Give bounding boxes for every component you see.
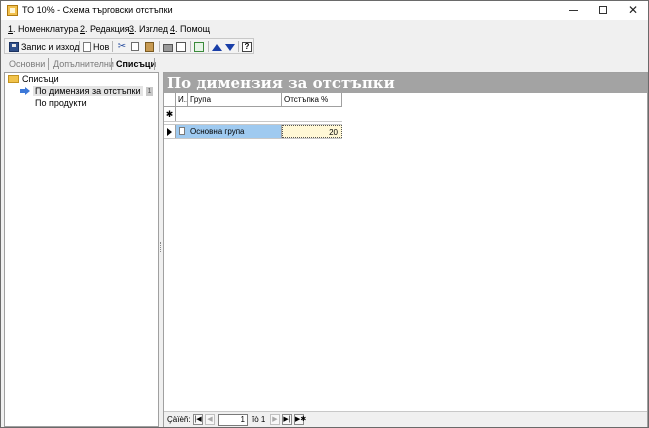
tab-separator bbox=[154, 58, 155, 70]
first-record-icon: |◀ bbox=[194, 416, 202, 423]
tab-additional[interactable]: Допълнителни bbox=[53, 59, 114, 69]
previous-record-icon: ◀ bbox=[207, 416, 213, 423]
record-count: îò 1 bbox=[252, 415, 266, 424]
next-record-button[interactable]: ▶ bbox=[270, 414, 280, 425]
grid-header-corner bbox=[164, 93, 176, 107]
new-record-icon: ▶✱ bbox=[295, 416, 307, 423]
menu-item-help[interactable]: 4. Помощ bbox=[170, 24, 210, 34]
save-icon bbox=[9, 41, 19, 52]
move-down-button[interactable] bbox=[225, 40, 237, 53]
toolbar-separator bbox=[190, 41, 191, 52]
menu-bar: 1. Номенклатура 2. Редакция 3. Изглед 4.… bbox=[1, 22, 648, 37]
close-icon: ✕ bbox=[627, 3, 639, 17]
column-header-group[interactable]: Група bbox=[188, 93, 282, 107]
menu-item-edit[interactable]: 2. Редакция bbox=[80, 24, 130, 34]
navigator-label: Çàïèñ: bbox=[167, 415, 191, 424]
column-header-icon[interactable]: И... bbox=[176, 93, 188, 107]
close-button[interactable]: ✕ bbox=[618, 1, 648, 20]
help-icon: ? bbox=[242, 41, 252, 52]
cut-button[interactable]: ✂ bbox=[117, 40, 129, 53]
copy-icon bbox=[131, 42, 139, 51]
details-panel: По димензия за отстъпки И... Група Отстъ… bbox=[163, 72, 648, 427]
app-icon bbox=[7, 5, 18, 16]
new-record-button[interactable]: ▶✱ bbox=[294, 414, 307, 425]
save-exit-label: Запис и изход bbox=[21, 41, 80, 52]
row-selector[interactable] bbox=[164, 125, 176, 138]
menu-item-nomenclature[interactable]: 1. Номенклатура bbox=[8, 24, 78, 34]
tree-item-by-discount-dimension[interactable]: По димензия за отстъпки 1 bbox=[20, 86, 154, 96]
application-window: ТО 10% - Схема търговски отстъпки ✕ 1. Н… bbox=[0, 0, 649, 428]
splitter-grip-icon bbox=[160, 242, 162, 252]
maximize-button[interactable] bbox=[588, 1, 618, 20]
grid-header: И... Група Отстъпка % bbox=[164, 93, 342, 107]
tab-separator bbox=[48, 58, 49, 70]
tree-root-lists[interactable]: Списъци bbox=[8, 74, 59, 84]
toolbar-separator bbox=[238, 41, 239, 52]
maximize-icon bbox=[599, 6, 607, 14]
minimize-icon bbox=[568, 10, 578, 11]
table-row[interactable]: Основна група 20 bbox=[164, 124, 342, 139]
menu-label: . Номенклатура bbox=[13, 24, 79, 34]
save-exit-button[interactable]: Запис и изход bbox=[9, 40, 79, 53]
tab-lists[interactable]: Списъци bbox=[116, 59, 156, 69]
menu-label: . Редакция bbox=[85, 24, 130, 34]
new-record-row[interactable]: ✱ bbox=[164, 107, 342, 122]
title-bar: ТО 10% - Схема търговски отстъпки ✕ bbox=[1, 1, 648, 20]
panel-title: По димензия за отстъпки bbox=[167, 74, 395, 92]
last-record-button[interactable]: ▶| bbox=[282, 414, 292, 425]
paste-button[interactable] bbox=[145, 40, 156, 53]
tree-item-by-products[interactable]: По продукти bbox=[35, 98, 87, 108]
scissors-icon: ✂ bbox=[117, 40, 127, 52]
next-record-icon: ▶ bbox=[272, 416, 278, 423]
minimize-button[interactable] bbox=[558, 1, 588, 20]
document-icon bbox=[179, 127, 185, 135]
refresh-button[interactable] bbox=[194, 40, 206, 53]
refresh-icon bbox=[194, 41, 204, 52]
arrow-down-icon bbox=[225, 44, 235, 51]
menu-item-view[interactable]: 3. Изглед bbox=[129, 24, 168, 34]
row-document-cell bbox=[176, 125, 188, 138]
arrow-up-icon bbox=[212, 43, 222, 51]
new-label: Нов bbox=[93, 41, 110, 52]
toolbar: Запис и изход Нов ✂ ? bbox=[4, 38, 254, 54]
new-button[interactable]: Нов bbox=[83, 40, 109, 53]
print-preview-icon bbox=[176, 41, 186, 52]
folder-icon bbox=[8, 75, 19, 83]
tree-item-label: По продукти bbox=[35, 98, 87, 108]
tree-item-label: По димензия за отстъпки bbox=[33, 86, 143, 96]
arrow-right-icon bbox=[20, 87, 30, 95]
printer-icon bbox=[163, 43, 173, 52]
toolbar-separator bbox=[208, 41, 209, 52]
count-badge: 1 bbox=[145, 86, 154, 96]
current-row-icon bbox=[167, 128, 172, 136]
group-cell[interactable]: Основна група bbox=[188, 125, 282, 138]
lists-tree: Списъци По димензия за отстъпки 1 По про… bbox=[4, 72, 159, 427]
last-record-icon: ▶| bbox=[283, 416, 291, 423]
toolbar-separator bbox=[159, 41, 160, 52]
help-button[interactable]: ? bbox=[242, 40, 254, 53]
first-record-button[interactable]: |◀ bbox=[193, 414, 203, 425]
tab-strip: Основни Допълнителни Списъци bbox=[4, 57, 158, 71]
panel-header: По димензия за отстъпки bbox=[164, 73, 647, 93]
toolbar-separator bbox=[112, 41, 113, 52]
new-document-icon bbox=[83, 41, 91, 52]
record-navigator: Çàïèñ: |◀ ◀ 1 îò 1 ▶ ▶| ▶✱ bbox=[164, 411, 647, 427]
current-record-input[interactable]: 1 bbox=[218, 414, 248, 426]
paste-icon bbox=[145, 41, 154, 52]
copy-button[interactable] bbox=[131, 40, 141, 53]
column-header-discount[interactable]: Отстъпка % bbox=[282, 93, 342, 107]
tree-root-label: Списъци bbox=[22, 74, 59, 84]
toolbar-separator bbox=[79, 41, 80, 52]
print-button[interactable] bbox=[163, 40, 175, 53]
tab-basic[interactable]: Основни bbox=[9, 59, 45, 69]
tab-separator bbox=[111, 58, 112, 70]
move-up-button[interactable] bbox=[212, 40, 224, 53]
menu-label: . Помощ bbox=[175, 24, 211, 34]
discount-cell[interactable]: 20 bbox=[282, 125, 342, 138]
print-preview-button[interactable] bbox=[176, 40, 188, 53]
previous-record-button[interactable]: ◀ bbox=[205, 414, 215, 425]
window-title: ТО 10% - Схема търговски отстъпки bbox=[22, 5, 173, 15]
menu-label: . Изглед bbox=[134, 24, 169, 34]
new-row-icon: ✱ bbox=[164, 107, 176, 121]
